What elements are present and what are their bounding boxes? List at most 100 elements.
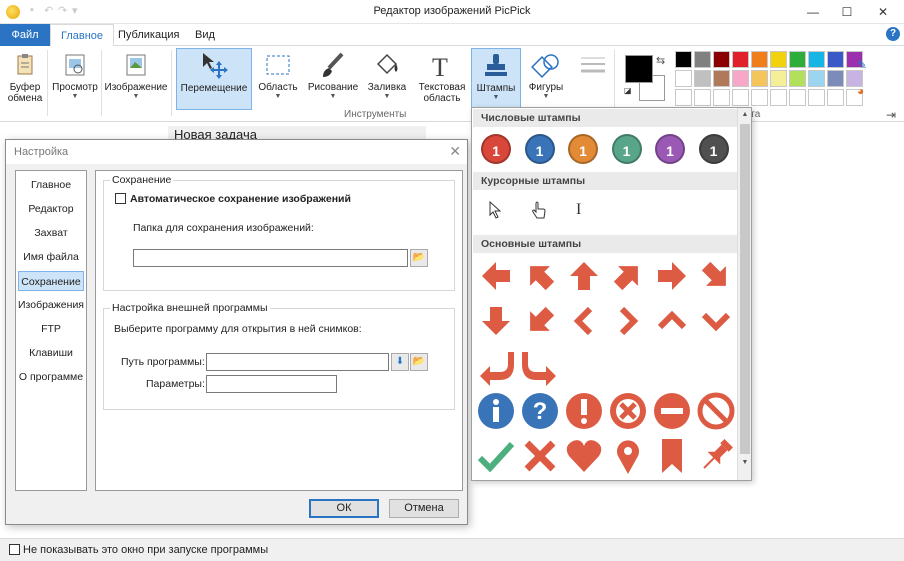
area-button[interactable]: Область ▼: [256, 48, 300, 110]
minimize-button[interactable]: —: [796, 0, 830, 24]
curved-arrow-right-stamp[interactable]: [520, 346, 560, 386]
draw-button[interactable]: Рисование ▼: [306, 48, 360, 110]
scroll-up-icon[interactable]: ▲: [739, 109, 751, 121]
tab-home[interactable]: Главное: [50, 24, 115, 47]
tab-publish[interactable]: Публикация: [108, 24, 189, 46]
reset-colors-icon[interactable]: ◪: [624, 86, 632, 95]
arrow-down-right-stamp[interactable]: [696, 256, 736, 296]
palette-swatch[interactable]: [713, 89, 730, 106]
arrow-left-stamp[interactable]: [476, 256, 516, 296]
arrow-down-stamp[interactable]: [476, 301, 516, 341]
number-stamp[interactable]: 1: [611, 134, 642, 164]
dialog-close-icon[interactable]: ✕: [449, 143, 461, 160]
number-stamp[interactable]: 1: [655, 134, 685, 164]
palette-swatch[interactable]: [694, 51, 711, 68]
palette-swatch[interactable]: [827, 70, 844, 87]
chevron-up-stamp[interactable]: [652, 301, 692, 341]
palette-swatch[interactable]: [808, 89, 825, 106]
nav-item-filename[interactable]: Имя файла: [18, 247, 84, 267]
line-style-button[interactable]: [576, 48, 610, 110]
bookmark-stamp[interactable]: [652, 436, 692, 476]
arrow-up-left-stamp[interactable]: [520, 256, 560, 296]
color-wheel-icon[interactable]: ◕: [857, 84, 864, 98]
info-stamp[interactable]: [476, 391, 516, 431]
view-button[interactable]: Просмотр ▼: [50, 48, 100, 110]
check-stamp[interactable]: [476, 436, 516, 476]
palette-swatch[interactable]: [713, 70, 730, 87]
nav-item-save[interactable]: Сохранение: [18, 271, 84, 291]
nav-item-hotkeys[interactable]: Клавиши: [18, 343, 84, 363]
move-button[interactable]: Перемещение: [176, 48, 252, 110]
minus-circle-stamp[interactable]: [652, 391, 692, 431]
palette-swatch[interactable]: [808, 51, 825, 68]
x-stamp[interactable]: [520, 436, 560, 476]
number-stamp[interactable]: 1: [568, 134, 598, 164]
palette-swatch[interactable]: [770, 70, 787, 87]
arrow-cursor-stamp[interactable]: [489, 200, 503, 224]
color-picker-icon[interactable]: ✎: [857, 58, 867, 72]
maximize-button[interactable]: ☐: [830, 0, 864, 24]
ok-button[interactable]: ОК: [309, 499, 379, 518]
palette-swatch[interactable]: [770, 51, 787, 68]
palette-swatch[interactable]: [789, 51, 806, 68]
palette-swatch[interactable]: [732, 51, 749, 68]
palette-swatch[interactable]: [751, 89, 768, 106]
number-stamp[interactable]: 1: [698, 134, 729, 164]
palette-swatch[interactable]: [751, 70, 768, 87]
nav-item-capture[interactable]: Захват: [18, 223, 84, 243]
auto-save-checkbox[interactable]: [115, 193, 126, 204]
palette-swatch[interactable]: [732, 70, 749, 87]
exclamation-stamp[interactable]: [564, 391, 604, 431]
tab-view[interactable]: Вид: [185, 24, 225, 46]
close-button[interactable]: ✕: [866, 0, 900, 24]
palette-swatch[interactable]: [675, 51, 692, 68]
shapes-button[interactable]: Фигуры ▼: [524, 48, 568, 110]
params-input[interactable]: [206, 375, 337, 393]
image-button[interactable]: Изображение ▼: [103, 48, 169, 110]
arrow-right-stamp[interactable]: [652, 256, 692, 296]
palette-swatch[interactable]: [675, 89, 692, 106]
swap-colors-icon[interactable]: ⇆: [656, 54, 665, 67]
program-dropdown-icon[interactable]: ⬇: [391, 353, 409, 371]
help-icon[interactable]: ?: [886, 27, 900, 41]
chevron-down-stamp[interactable]: [696, 301, 736, 341]
cross-circle-stamp[interactable]: [608, 391, 648, 431]
scroll-down-icon[interactable]: ▼: [739, 457, 751, 469]
palette-swatch[interactable]: [694, 89, 711, 106]
nav-item-images[interactable]: Изображения: [18, 295, 84, 315]
palette-swatch[interactable]: [732, 89, 749, 106]
browse-folder-icon[interactable]: 📂: [410, 249, 428, 267]
palette-swatch[interactable]: [808, 70, 825, 87]
primary-color-swatch[interactable]: [625, 55, 653, 83]
palette-swatch[interactable]: [751, 51, 768, 68]
text-area-button[interactable]: T Текстовая область: [416, 48, 468, 110]
hand-cursor-stamp[interactable]: [531, 201, 547, 224]
text-cursor-stamp[interactable]: I: [576, 201, 581, 219]
palette-swatch[interactable]: [789, 89, 806, 106]
program-path-input[interactable]: [206, 353, 389, 371]
heart-stamp[interactable]: [564, 436, 604, 476]
save-folder-input[interactable]: [133, 249, 408, 267]
palette-swatch[interactable]: [827, 89, 844, 106]
question-stamp[interactable]: ?: [520, 391, 560, 431]
palette-swatch[interactable]: [713, 51, 730, 68]
scroll-thumb[interactable]: [740, 124, 750, 454]
number-stamp[interactable]: 1: [524, 134, 555, 164]
tab-file[interactable]: Файл: [0, 24, 50, 46]
cancel-button[interactable]: Отмена: [389, 499, 459, 518]
palette-swatch[interactable]: [789, 70, 806, 87]
arrow-up-right-stamp[interactable]: [608, 256, 648, 296]
chevron-right-stamp[interactable]: [608, 301, 648, 341]
curved-arrow-left-stamp[interactable]: [476, 346, 516, 386]
stamps-scrollbar[interactable]: ▲ ▼: [737, 108, 751, 480]
browse-program-icon[interactable]: 📂: [410, 353, 428, 371]
clipboard-button[interactable]: Буфер обмена: [5, 48, 45, 110]
no-entry-stamp[interactable]: [696, 391, 736, 431]
nav-item-general[interactable]: Главное: [18, 175, 84, 195]
palette-swatch[interactable]: [770, 89, 787, 106]
arrow-up-stamp[interactable]: [564, 256, 604, 296]
palette-swatch[interactable]: [694, 70, 711, 87]
dont-show-checkbox[interactable]: [9, 544, 20, 555]
nav-item-about[interactable]: О программе: [18, 367, 84, 387]
location-pin-stamp[interactable]: [608, 436, 648, 476]
